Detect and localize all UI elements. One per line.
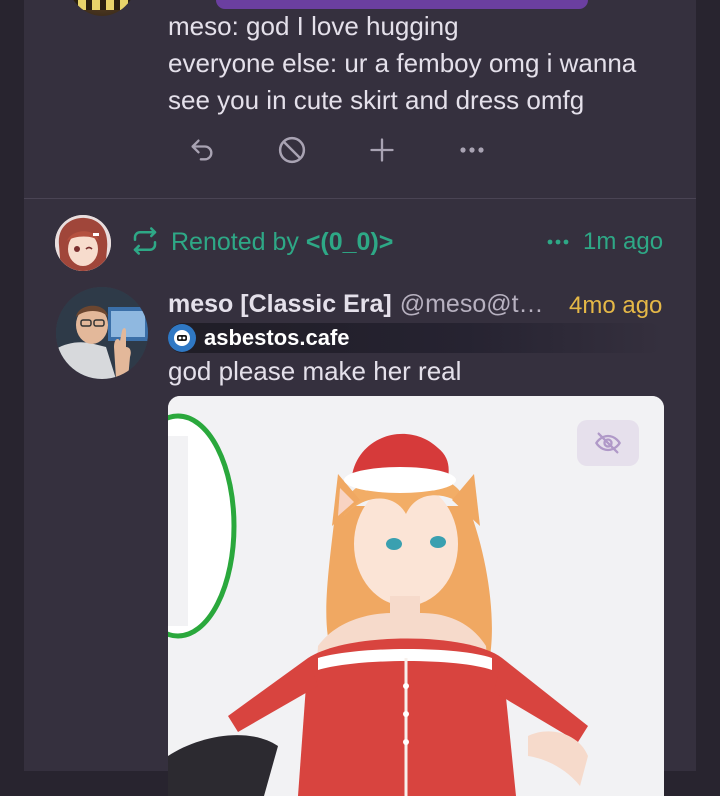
note-text: god please make her real [168,356,462,386]
block-button[interactable] [270,132,314,168]
more-button[interactable] [450,132,494,168]
author-avatar[interactable] [56,287,148,379]
renote-label: Renoted by <(0_0)> [171,226,393,258]
renote-prefix: Renoted by [171,228,306,256]
renoter-name[interactable]: <(0_0)> [306,228,394,256]
eye-off-icon [595,432,621,454]
block-icon [278,136,306,164]
author-handle[interactable]: @meso@t… [400,290,544,318]
author-row: meso [Classic Era] @meso@t… [168,290,544,322]
hide-media-button[interactable] [577,420,639,466]
renote-more-button[interactable] [546,234,570,252]
renote-icon [130,226,160,261]
more-icon [460,147,484,153]
more-icon [547,239,569,245]
prev-note-line: meso: god I love hugging [168,11,459,41]
add-reaction-button[interactable] [360,132,404,168]
reply-icon [191,139,213,161]
note-time[interactable]: 4mo ago [569,290,662,322]
instance-name: asbestos.cafe [204,325,350,350]
renote-time[interactable]: 1m ago [583,226,663,258]
instance-icon [168,324,196,352]
author-name[interactable]: meso [Classic Era] [168,290,392,318]
prev-note-line: see you in cute skirt and dress omfg [168,85,585,115]
prev-note-text: meso: god I love hugging everyone else: … [168,8,668,119]
renoter-avatar[interactable] [55,215,111,271]
instance-ticker[interactable]: asbestos.cafe [168,323,664,353]
plus-icon [370,138,394,162]
note-divider [24,198,696,199]
reply-button[interactable] [180,132,224,168]
note-actions [180,132,540,168]
media-image[interactable] [168,396,664,796]
prev-note-line: everyone else: ur a femboy omg i wanna [168,48,637,78]
